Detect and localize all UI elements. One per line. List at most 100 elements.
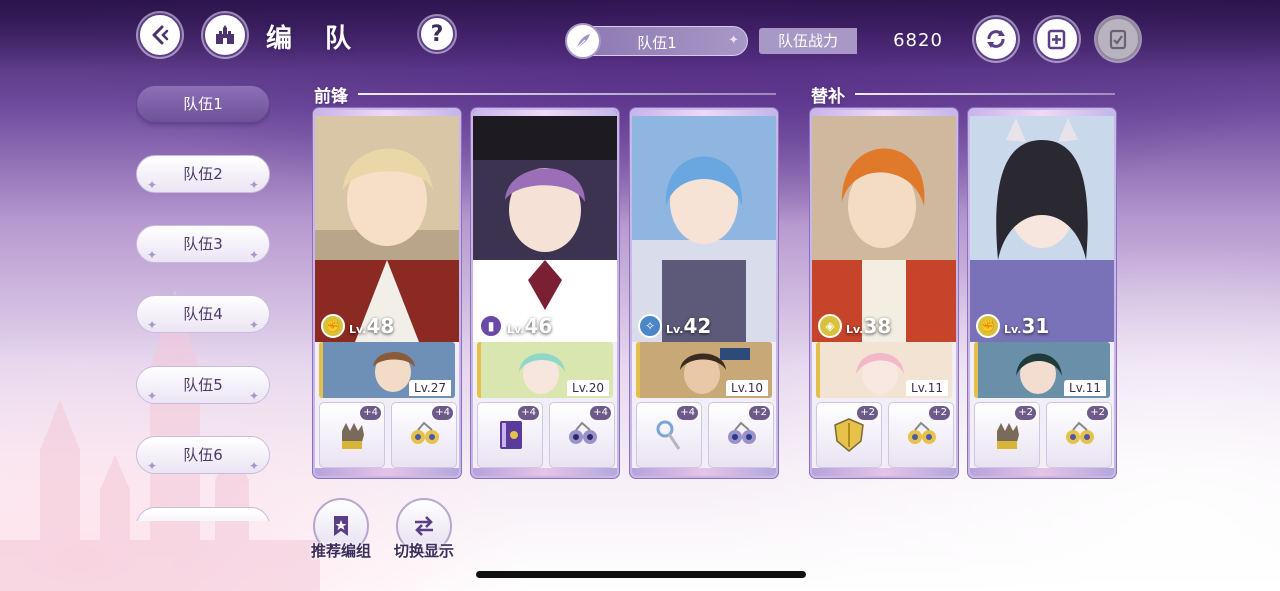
tab-team-3[interactable]: ✦ 队伍3 ✦ xyxy=(136,225,270,263)
character-level: Lv.31 xyxy=(1004,314,1050,338)
add-document-icon xyxy=(1047,29,1066,50)
support-slot[interactable]: Lv.11 xyxy=(816,342,952,398)
equipment-slot-1[interactable]: +4 xyxy=(477,402,543,468)
tab-label: 队伍2 xyxy=(183,165,223,183)
recommend-team-label: 推荐编组 xyxy=(310,542,371,560)
sparkle-icon: ✦ xyxy=(147,389,158,403)
gauntlet-icon xyxy=(342,423,364,449)
help-button[interactable]: ? xyxy=(419,16,455,52)
enhance-badge: +2 xyxy=(1087,406,1108,420)
equipment-slot-2[interactable]: +2 xyxy=(888,402,954,468)
equipment-slot-1[interactable]: +2 xyxy=(974,402,1040,468)
card-top-trim xyxy=(970,110,1114,116)
card-top-trim xyxy=(812,110,956,116)
earring-icon xyxy=(908,421,936,444)
shield-icon xyxy=(834,418,864,452)
enhance-badge: +2 xyxy=(929,406,950,420)
back-button[interactable] xyxy=(138,13,182,57)
level-row: ✧ Lv.42 xyxy=(638,312,711,340)
tab-label: 队伍6 xyxy=(183,446,223,464)
sparkle-icon: ✦ xyxy=(147,248,158,262)
team-selector-label: 队伍1 xyxy=(637,34,677,52)
support-slot[interactable]: Lv.20 xyxy=(477,342,613,398)
sparkle-icon: ✦ xyxy=(147,459,158,473)
tab-label: 队伍4 xyxy=(183,305,223,323)
enhance-badge: +4 xyxy=(590,406,611,420)
card-bottom-trim xyxy=(812,468,956,476)
character-card-2[interactable]: ▮ Lv.46 Lv.20 +4 +4 xyxy=(471,108,619,478)
confirm-team-button[interactable] xyxy=(1096,17,1140,61)
character-portrait xyxy=(970,110,1114,342)
card-top-trim xyxy=(473,110,617,116)
tab-team-6[interactable]: ✦ 队伍6 ✦ xyxy=(136,436,270,474)
book-icon: ▮ xyxy=(479,314,503,338)
character-card-1[interactable]: ✊ Lv.48 Lv.27 +4 +4 xyxy=(313,108,461,478)
character-card-4[interactable]: ◈ Lv.38 Lv.11 +2 +2 xyxy=(810,108,958,478)
card-bottom-trim xyxy=(632,468,776,476)
enhance-badge: +4 xyxy=(518,406,539,420)
support-slot[interactable]: Lv.10 xyxy=(636,342,772,398)
sparkle-icon: ✦ xyxy=(248,389,259,403)
earring-icon xyxy=(569,421,597,444)
enhance-badge: +4 xyxy=(432,406,453,420)
equipment-slot-1[interactable]: +4 xyxy=(636,402,702,468)
add-team-button[interactable] xyxy=(1035,17,1079,61)
earring-icon xyxy=(728,421,756,444)
tab-team-4[interactable]: ✦ 队伍4 ✦ xyxy=(136,295,270,333)
character-level: Lv.46 xyxy=(507,314,553,338)
support-level: Lv.11 xyxy=(906,380,948,396)
tab-team-2[interactable]: ✦ 队伍2 ✦ xyxy=(136,155,270,193)
tab-team-1[interactable]: 队伍1 xyxy=(136,85,270,123)
sparkle-icon: ✦ xyxy=(728,33,739,48)
wand-icon xyxy=(656,420,681,450)
level-row: ✊ Lv.48 xyxy=(321,312,394,340)
character-card-3[interactable]: ✧ Lv.42 Lv.10 +4 +2 xyxy=(630,108,778,478)
tab-label: 队伍5 xyxy=(183,376,223,394)
support-slot[interactable]: Lv.11 xyxy=(974,342,1110,398)
support-slot[interactable]: Lv.27 xyxy=(319,342,455,398)
enhance-badge: +2 xyxy=(857,406,878,420)
team-power-label: 队伍战力 xyxy=(759,28,857,54)
equipment-slot-1[interactable]: +2 xyxy=(816,402,882,468)
equipment-slot-2[interactable]: +2 xyxy=(1046,402,1112,468)
earring-icon xyxy=(411,421,439,444)
tab-team-5[interactable]: ✦ 队伍5 ✦ xyxy=(136,366,270,404)
character-level: Lv.38 xyxy=(846,314,892,338)
switch-display-label: 切换显示 xyxy=(393,542,454,560)
equipment-slot-1[interactable]: +4 xyxy=(319,402,385,468)
team-tab-list[interactable]: 队伍1 ✦ 队伍2 ✦ ✦ 队伍3 ✦ ✦ 队伍4 ✦ ✦ 队伍5 ✦ ✦ 队伍… xyxy=(136,85,270,521)
wand-icon: ✧ xyxy=(638,314,662,338)
question-icon: ? xyxy=(430,21,444,47)
level-row: ▮ Lv.46 xyxy=(479,312,552,340)
character-card-5[interactable]: ✊ Lv.31 Lv.11 +2 +2 xyxy=(968,108,1116,478)
page-title: 编 队 xyxy=(266,24,364,54)
sparkle-icon: ✦ xyxy=(248,459,259,473)
character-level: Lv.48 xyxy=(349,314,395,338)
enhance-badge: +4 xyxy=(360,406,381,420)
back-arrow-icon xyxy=(152,25,169,45)
bookmark-star-icon xyxy=(334,516,348,536)
card-top-trim xyxy=(315,110,459,116)
support-level: Lv.11 xyxy=(1064,380,1106,396)
refresh-icon xyxy=(987,30,1005,48)
section-reserve-divider xyxy=(855,93,1115,95)
level-row: ✊ Lv.31 xyxy=(976,312,1049,340)
gauntlet-icon xyxy=(997,423,1019,449)
shield-icon: ◈ xyxy=(818,314,842,338)
tab-label: 队伍1 xyxy=(183,95,223,113)
sparkle-icon: ✦ xyxy=(147,318,158,332)
home-indicator[interactable] xyxy=(476,571,806,578)
equipment-slot-2[interactable]: +4 xyxy=(391,402,457,468)
equipment-slot-2[interactable]: +2 xyxy=(708,402,774,468)
card-bottom-trim xyxy=(315,468,459,476)
character-level: Lv.42 xyxy=(666,314,712,338)
team-selector[interactable]: 队伍1 ✦ xyxy=(565,23,748,59)
enhance-badge: +2 xyxy=(749,406,770,420)
refresh-button[interactable] xyxy=(974,17,1018,61)
checklist-icon xyxy=(1109,29,1127,50)
enhance-badge: +4 xyxy=(677,406,698,420)
tab-team-7-partial[interactable] xyxy=(136,507,270,521)
equipment-slot-2[interactable]: +4 xyxy=(549,402,615,468)
home-button[interactable] xyxy=(203,13,247,57)
support-level: Lv.20 xyxy=(567,380,609,396)
